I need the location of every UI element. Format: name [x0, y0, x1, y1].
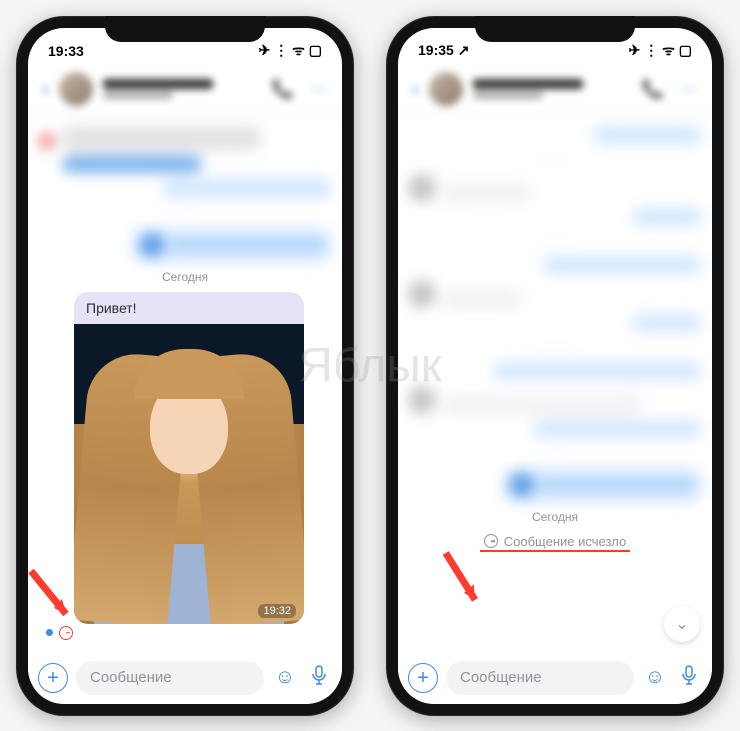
phone-mockup-right: 19:35 ↗ ✈ ⋮ ᯤ ▢ ‹ 📞 ⋯ · · · · · · · · · …: [386, 16, 724, 716]
blurred-history: · · · · · · · · · · · · · · · · · ·: [408, 126, 702, 502]
more-icon[interactable]: ⋯: [310, 79, 328, 100]
annotation-arrow: [28, 566, 86, 626]
scroll-down-button[interactable]: ⌄: [664, 606, 700, 642]
message-time: 19:32: [258, 604, 296, 618]
status-time: 19:33: [48, 43, 84, 59]
annotation-arrow: [431, 547, 501, 617]
notch: [475, 16, 635, 42]
annotation-underline: [480, 550, 630, 552]
disappeared-label: Сообщение исчезло: [504, 534, 626, 549]
back-icon[interactable]: ‹: [42, 76, 49, 102]
timer-icon: [59, 626, 73, 640]
incoming-message[interactable]: Привет! 19:32: [74, 292, 304, 624]
contact-avatar[interactable]: [429, 72, 463, 106]
more-icon[interactable]: ⋯: [680, 79, 698, 100]
notch: [105, 16, 265, 42]
blurred-history: · · ·: [38, 126, 332, 262]
message-photo[interactable]: 19:32: [74, 324, 304, 624]
chat-header[interactable]: ‹ 📞 ⋯: [28, 66, 342, 114]
message-text: Привет!: [74, 292, 304, 324]
back-icon[interactable]: ‹: [412, 76, 419, 102]
screen: 19:35 ↗ ✈ ⋮ ᯤ ▢ ‹ 📞 ⋯ · · · · · · · · · …: [398, 28, 712, 704]
input-bar: + Сообщение ☺: [28, 652, 342, 704]
contact-name: [473, 79, 631, 99]
call-icon[interactable]: 📞: [272, 79, 294, 100]
message-input[interactable]: Сообщение: [446, 661, 634, 695]
status-time: 19:35 ↗: [418, 42, 469, 59]
mic-button[interactable]: [676, 665, 702, 691]
date-separator: Сегодня: [408, 510, 702, 524]
emoji-button[interactable]: ☺: [642, 666, 668, 689]
mic-button[interactable]: [306, 665, 332, 691]
emoji-button[interactable]: ☺: [272, 666, 298, 689]
attach-button[interactable]: +: [38, 663, 68, 693]
chat-header[interactable]: ‹ 📞 ⋯: [398, 66, 712, 114]
call-icon[interactable]: 📞: [642, 79, 664, 100]
attach-button[interactable]: +: [408, 663, 438, 693]
timer-icon: [484, 534, 498, 548]
contact-name: [103, 79, 261, 99]
status-icons: ✈ ⋮ ᯤ ▢: [259, 41, 322, 60]
screen: 19:33 ✈ ⋮ ᯤ ▢ ‹ 📞 ⋯ · · · Сегодня: [28, 28, 342, 704]
status-icons: ✈ ⋮ ᯤ ▢: [629, 41, 692, 60]
message-input[interactable]: Сообщение: [76, 661, 264, 695]
phone-mockup-left: 19:33 ✈ ⋮ ᯤ ▢ ‹ 📞 ⋯ · · · Сегодня: [16, 16, 354, 716]
date-separator: Сегодня: [38, 270, 332, 284]
unread-dot-icon: [46, 629, 53, 636]
input-bar: + Сообщение ☺: [398, 652, 712, 704]
unread-and-timer: [46, 626, 73, 640]
message-disappeared: Сообщение исчезло: [408, 534, 702, 549]
contact-avatar[interactable]: [59, 72, 93, 106]
